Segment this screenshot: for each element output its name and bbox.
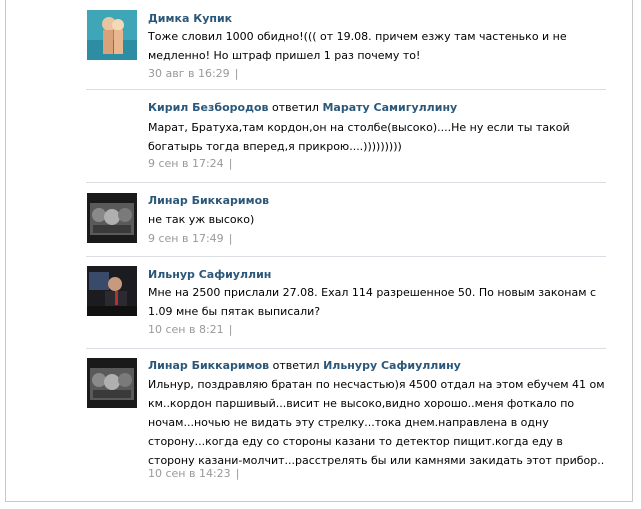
comment-date[interactable]: 9 сен в 17:24 — [148, 157, 224, 170]
comment-text: Мне на 2500 прислали 27.08. Ехал 114 раз… — [148, 286, 597, 318]
author-link[interactable]: Кирил Безбородов — [148, 101, 268, 114]
comment-meta: 9 сен в 17:24 | — [148, 157, 232, 170]
comment-date[interactable]: 10 сен в 14:23 — [148, 467, 231, 480]
comment-divider — [86, 348, 606, 349]
avatar-photo-icon — [87, 358, 137, 408]
comment-meta: 10 сен в 8:21 | — [148, 323, 232, 336]
avatar[interactable] — [87, 358, 137, 408]
meta-separator: | — [234, 67, 239, 80]
comment-header: Димка Купик — [148, 12, 232, 25]
avatar[interactable] — [87, 193, 137, 243]
comment-meta: 9 сен в 17:49 | — [148, 232, 232, 245]
comment-divider — [86, 89, 606, 90]
comment-header: Ильнур Сафиуллин — [148, 268, 271, 281]
comment-header: Кирил Безбородов ответил Марату Самигулл… — [148, 101, 457, 114]
comment-text: Марат, Братуха,там кордон,он на столбе(в… — [148, 121, 570, 153]
author-link[interactable]: Линар Биккаримов — [148, 359, 269, 372]
meta-separator: | — [228, 157, 233, 170]
reply-to-link[interactable]: Ильнуру Сафиуллину — [323, 359, 461, 372]
avatar-photo-icon — [87, 266, 137, 316]
comment-header: Линар Биккаримов — [148, 194, 269, 207]
avatar-photo-icon — [87, 10, 137, 60]
comment-text: не так уж высоко) — [148, 213, 255, 226]
comment-date[interactable]: 30 авг в 16:29 — [148, 67, 230, 80]
comment-date[interactable]: 10 сен в 8:21 — [148, 323, 224, 336]
replied-label: ответил — [272, 359, 320, 372]
comment-text: Тоже словил 1000 обидно!((( от 19.08. пр… — [148, 30, 567, 62]
author-link[interactable]: Ильнур Сафиуллин — [148, 268, 271, 281]
author-link[interactable]: Линар Биккаримов — [148, 194, 269, 207]
comment-header: Линар Биккаримов ответил Ильнуру Сафиулл… — [148, 359, 461, 372]
replied-label: ответил — [271, 101, 319, 114]
avatar-photo-icon — [87, 193, 137, 243]
comment-meta: 10 сен в 14:23 | — [148, 467, 239, 480]
reply-to-link[interactable]: Марату Самигуллину — [322, 101, 457, 114]
meta-separator: | — [228, 232, 233, 245]
comment-meta: 30 авг в 16:29 | — [148, 67, 238, 80]
comment-text: Ильнур, поздравляю братан по несчастью)я… — [148, 378, 605, 467]
meta-separator: | — [228, 323, 233, 336]
avatar[interactable] — [87, 10, 137, 60]
author-link[interactable]: Димка Купик — [148, 12, 232, 25]
meta-separator: | — [235, 467, 240, 480]
comment-divider — [86, 256, 606, 257]
comment-date[interactable]: 9 сен в 17:49 — [148, 232, 224, 245]
comment-divider — [86, 182, 606, 183]
avatar[interactable] — [87, 266, 137, 316]
